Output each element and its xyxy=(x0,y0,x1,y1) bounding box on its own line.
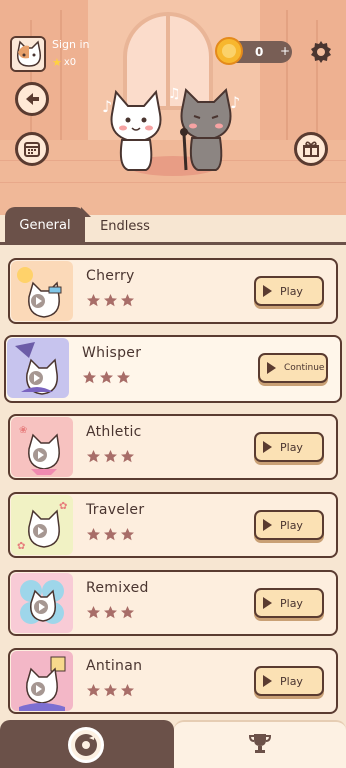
music-disc-icon xyxy=(68,727,104,763)
tab-divider xyxy=(0,242,346,245)
svg-text:♪: ♪ xyxy=(230,93,240,112)
svg-text:♪: ♪ xyxy=(102,97,112,116)
star-count: x0 xyxy=(63,57,77,68)
svg-text:✿: ✿ xyxy=(59,501,67,512)
song-title: Cherry xyxy=(86,268,135,284)
room-scene: ♪ ♪ ♫ Sign in ★ x0 0 + xyxy=(0,0,346,215)
song-title: Whisper xyxy=(82,345,142,361)
coin-icon xyxy=(215,37,243,65)
star-icon xyxy=(87,684,100,697)
star-total: ★ x0 xyxy=(52,56,76,69)
play-button[interactable]: Play xyxy=(254,432,324,462)
play-label: Play xyxy=(280,440,303,454)
play-icon xyxy=(263,285,272,297)
play-label: Play xyxy=(280,284,303,298)
star-icon xyxy=(100,371,113,384)
calendar-button[interactable] xyxy=(15,132,49,166)
back-button[interactable] xyxy=(15,82,49,116)
song-item-athletic[interactable]: ❀ Athletic Play xyxy=(8,414,338,480)
song-title: Athletic xyxy=(86,424,142,440)
song-title: Traveler xyxy=(86,502,145,518)
svg-text:♫: ♫ xyxy=(168,86,181,102)
song-item-whisper[interactable]: Whisper Continue xyxy=(4,335,342,403)
play-button[interactable]: Play xyxy=(254,276,324,306)
play-label: Play xyxy=(280,596,303,610)
star-rating xyxy=(86,683,135,698)
panel-line xyxy=(286,10,288,140)
panel-line xyxy=(316,20,318,140)
trophy-icon xyxy=(248,734,272,753)
star-icon xyxy=(87,606,100,619)
play-button[interactable]: Play xyxy=(254,666,324,696)
song-item-cherry[interactable]: Cherry Play xyxy=(8,258,338,324)
star-icon xyxy=(87,450,100,463)
gear-icon[interactable] xyxy=(309,40,333,64)
floor-line xyxy=(0,182,346,183)
play-icon xyxy=(267,362,276,374)
play-icon xyxy=(263,597,272,609)
star-icon xyxy=(87,294,100,307)
calendar-icon xyxy=(24,142,40,157)
play-label: Play xyxy=(280,674,303,688)
tab-endless[interactable]: Endless xyxy=(90,213,160,239)
play-icon xyxy=(263,441,272,453)
play-icon xyxy=(263,519,272,531)
star-rating xyxy=(82,370,131,385)
star-icon xyxy=(104,294,117,307)
continue-label: Continue xyxy=(284,363,325,373)
sign-in-label[interactable]: Sign in xyxy=(52,38,90,51)
song-item-remixed[interactable]: Remixed Play xyxy=(8,570,338,636)
song-thumbnail xyxy=(11,651,73,711)
star-icon xyxy=(104,450,117,463)
star-icon xyxy=(83,371,96,384)
song-title: Remixed xyxy=(86,580,149,596)
song-title: Antinan xyxy=(86,658,143,674)
coin-count: 0 xyxy=(255,45,264,59)
song-thumbnail xyxy=(11,573,73,633)
panel-line xyxy=(60,10,62,140)
song-thumbnail: ❀ xyxy=(11,417,73,477)
gift-button[interactable] xyxy=(294,132,328,166)
star-rating xyxy=(86,527,135,542)
avatar[interactable] xyxy=(10,36,46,72)
gift-icon xyxy=(303,141,319,157)
back-arrow-icon xyxy=(26,93,39,105)
play-label: Play xyxy=(280,518,303,532)
tab-general[interactable]: General xyxy=(5,207,91,243)
play-button[interactable]: Play xyxy=(254,588,324,618)
star-icon xyxy=(104,606,117,619)
star-rating xyxy=(86,605,135,620)
star-icon xyxy=(121,684,134,697)
star-icon xyxy=(104,684,117,697)
star-icon: ★ xyxy=(52,56,62,69)
star-icon xyxy=(121,528,134,541)
song-thumbnail xyxy=(7,338,69,398)
svg-text:✿: ✿ xyxy=(17,541,25,552)
star-icon xyxy=(104,528,117,541)
song-thumbnail xyxy=(11,261,73,321)
cats-illustration: ♪ ♪ ♫ xyxy=(102,86,240,171)
star-icon xyxy=(121,294,134,307)
song-item-antinan[interactable]: Antinan Play xyxy=(8,648,338,714)
star-rating xyxy=(86,449,135,464)
song-item-traveler[interactable]: ✿ ✿ Traveler Play xyxy=(8,492,338,558)
star-icon xyxy=(121,450,134,463)
svg-text:❀: ❀ xyxy=(19,425,27,436)
play-button[interactable]: Play xyxy=(254,510,324,540)
add-coins-button[interactable]: + xyxy=(280,44,290,58)
star-icon xyxy=(87,528,100,541)
play-icon xyxy=(263,675,272,687)
star-rating xyxy=(86,293,135,308)
song-thumbnail: ✿ ✿ xyxy=(11,495,73,555)
star-icon xyxy=(121,606,134,619)
continue-button[interactable]: Continue xyxy=(258,353,328,383)
star-icon xyxy=(117,371,130,384)
